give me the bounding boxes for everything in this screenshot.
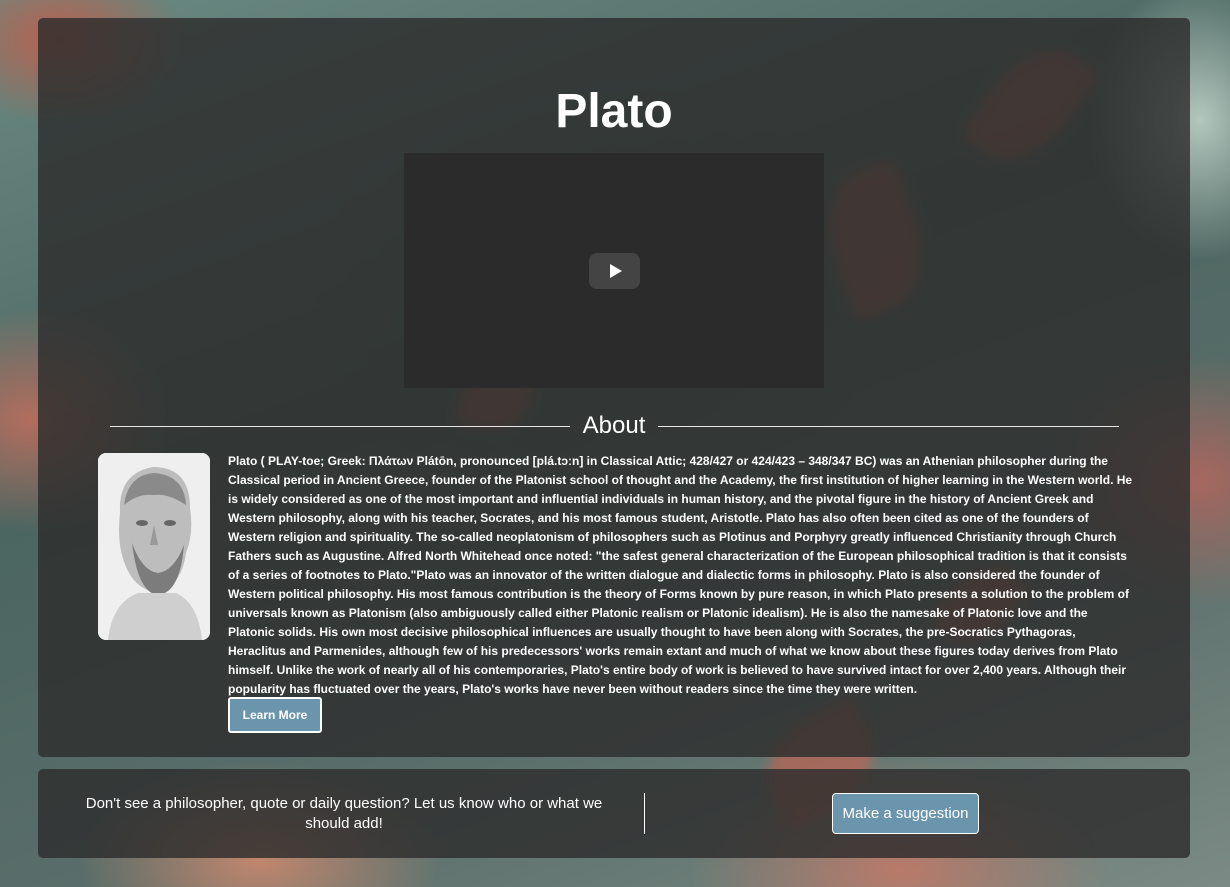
suggestion-prompt: Don't see a philosopher, quote or daily … (85, 795, 603, 832)
suggestion-footer: Don't see a philosopher, quote or daily … (38, 769, 1190, 858)
plato-bust-image (98, 453, 210, 640)
learn-more-button[interactable]: Learn More (228, 697, 322, 733)
video-player[interactable] (404, 153, 824, 388)
footer-divider (644, 793, 645, 834)
play-icon[interactable] (589, 253, 640, 289)
about-divider-right (658, 426, 1119, 427)
page-title: Plato (555, 85, 673, 138)
make-suggestion-button[interactable]: Make a suggestion (832, 793, 979, 834)
philosopher-card: Plato About Plato ( PLAY-toe; Greek: Πλά… (38, 18, 1190, 757)
philosopher-bio: Plato ( PLAY-toe; Greek: Πλάτων Plátōn, … (228, 454, 1133, 696)
